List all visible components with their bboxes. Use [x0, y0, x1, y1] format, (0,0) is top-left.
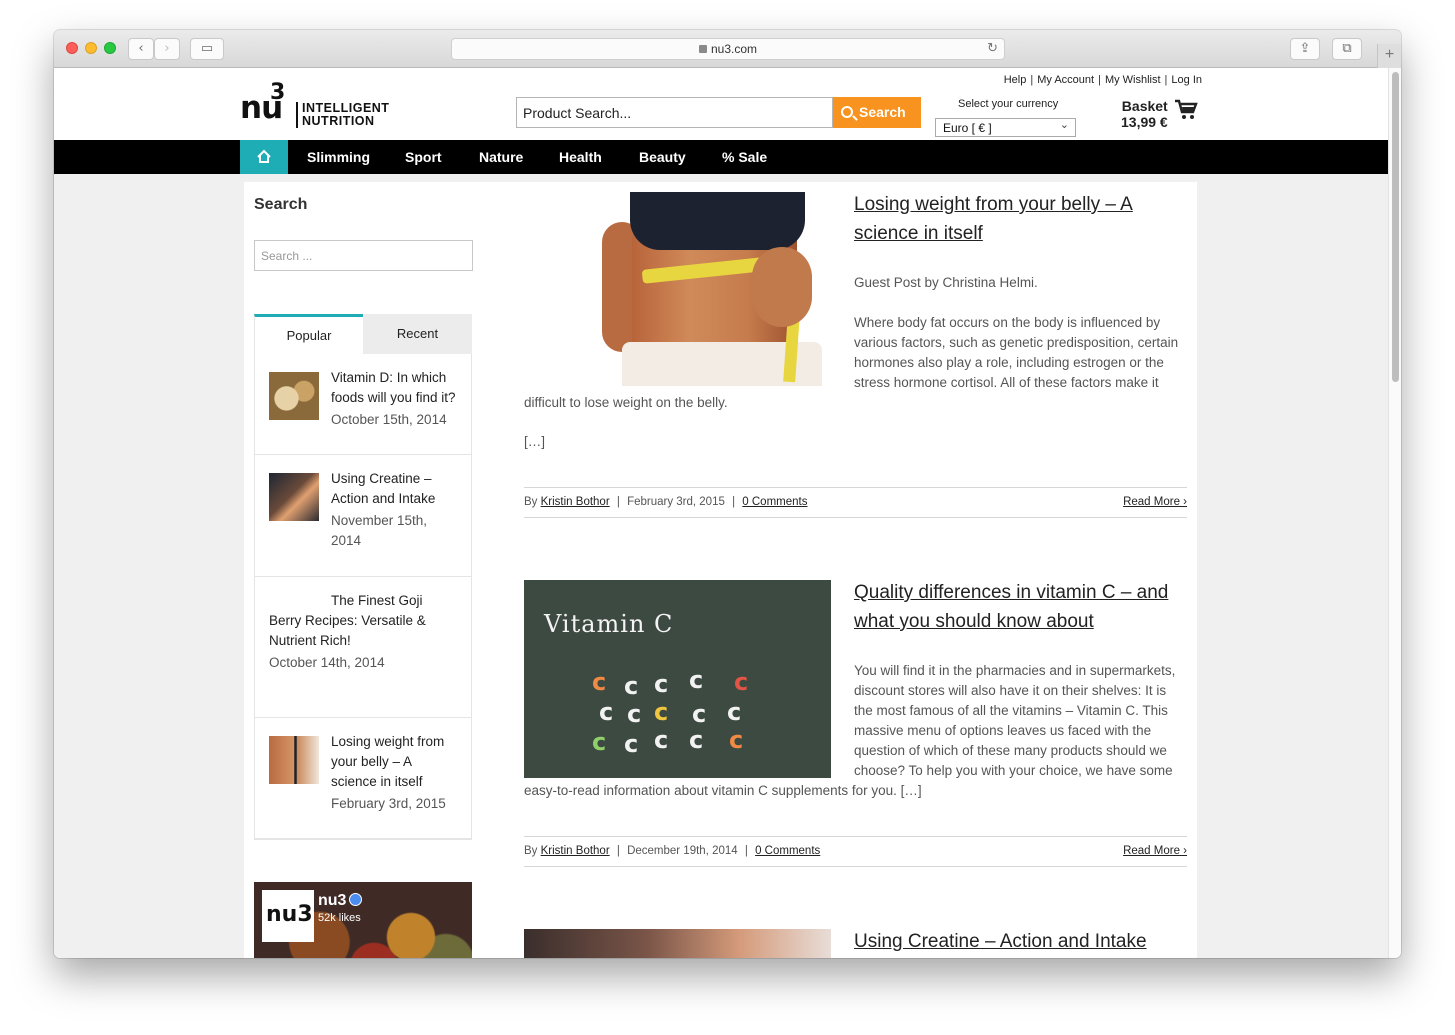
facebook-page-name: nu3: [318, 892, 363, 910]
post-ellipsis: […]: [524, 434, 546, 449]
tabs-overview-icon[interactable]: ⧉: [1332, 38, 1362, 60]
address-bar[interactable]: nu3.com ↻: [451, 38, 1005, 60]
post-title[interactable]: Quality differences in vitamin C – and w…: [854, 578, 1187, 636]
site-logo[interactable]: nu 3 INTELLIGENT NUTRITION: [240, 80, 389, 128]
my-account-link[interactable]: My Account: [1037, 74, 1094, 86]
close-window-button[interactable]: [66, 42, 78, 54]
nav-item-beauty[interactable]: Beauty: [639, 140, 686, 174]
my-wishlist-link[interactable]: My Wishlist: [1105, 74, 1161, 86]
facebook-page-logo: nu3: [262, 890, 314, 942]
product-search-button[interactable]: Search: [833, 97, 921, 128]
post-thumbnail: [269, 473, 319, 521]
logo-superscript: 3: [270, 80, 286, 105]
meta-by: By: [524, 845, 538, 857]
facebook-likes: 52k likes: [318, 912, 361, 924]
nav-item-sale[interactable]: % Sale: [722, 140, 767, 174]
post-title[interactable]: Using Creatine – Action and Intake: [854, 927, 1187, 956]
chevron-down-icon: ⌄: [1059, 118, 1069, 131]
post-image[interactable]: [524, 929, 831, 958]
post-excerpt: You will find it in the pharmacies and i…: [854, 663, 1176, 778]
meta-by: By: [524, 496, 538, 508]
minimize-window-button[interactable]: [85, 42, 97, 54]
list-item[interactable]: Using Creatine – Action and Intake Novem…: [255, 455, 471, 577]
tab-popular[interactable]: Popular: [254, 314, 363, 354]
post-meta: By Kristin Bothor | December 19th, 2014 …: [524, 836, 1187, 867]
post-image[interactable]: [602, 192, 830, 386]
verified-icon: [349, 893, 363, 906]
reload-icon[interactable]: ↻: [987, 39, 998, 59]
list-item[interactable]: Vitamin D: In which foods will you find …: [255, 354, 471, 455]
nav-item-nature[interactable]: Nature: [479, 140, 523, 174]
zoom-window-button[interactable]: [104, 42, 116, 54]
basket-label: Basket: [1121, 98, 1168, 114]
post-excerpt: Where body fat occurs on the body is inf…: [854, 315, 1179, 390]
list-item[interactable]: The Finest Goji Berry Recipes: Versatile…: [255, 577, 471, 718]
read-more-link[interactable]: Read More ›: [1123, 837, 1187, 866]
currency-label: Select your currency: [958, 98, 1059, 110]
list-item-date: October 14th, 2014: [269, 655, 385, 670]
post-title[interactable]: Losing weight from your belly – A scienc…: [854, 190, 1174, 248]
search-icon: [841, 106, 853, 118]
author-link[interactable]: Kristin Bothor: [541, 845, 610, 857]
sidebar-search-input[interactable]: Search ...: [254, 240, 473, 271]
url-text: nu3.com: [710, 42, 758, 56]
page-scrollbar[interactable]: [1388, 68, 1401, 958]
nav-item-slimming[interactable]: Slimming: [307, 140, 370, 174]
search-button-label: Search: [859, 104, 906, 120]
post-thumbnail: [269, 736, 319, 784]
basket[interactable]: Basket 13,99 €: [1121, 98, 1168, 130]
post-image[interactable]: Vitamin C c c c c c c c c c c c c c c c: [524, 580, 831, 778]
home-nav-button[interactable]: [240, 140, 288, 174]
content-area: Search Search ... Popular Recent Vitamin…: [244, 182, 1197, 958]
post-meta: By Kristin Bothor | February 3rd, 2015 |…: [524, 487, 1187, 518]
currency-value: Euro [ € ]: [943, 121, 992, 135]
sidebar-search-title: Search: [254, 196, 308, 213]
post-thumbnail: [269, 372, 319, 420]
main-nav: Slimming Sport Nature Health Beauty % Sa…: [54, 140, 1388, 174]
facebook-widget[interactable]: nu3 nu3 52k likes: [254, 882, 472, 958]
author-link[interactable]: Kristin Bothor: [541, 496, 610, 508]
image-caption: Vitamin C: [544, 610, 674, 638]
post-date: December 19th, 2014: [627, 845, 738, 857]
forward-icon[interactable]: ›: [154, 38, 180, 60]
comments-link[interactable]: 0 Comments: [755, 845, 820, 857]
site-header: Help | My Account | My Wishlist | Log In nu 3 …: [54, 68, 1388, 140]
web-page: Help | My Account | My Wishlist | Log In nu 3 …: [54, 68, 1388, 958]
nav-item-sport[interactable]: Sport: [405, 140, 442, 174]
post-date: February 3rd, 2015: [627, 496, 725, 508]
nav-item-health[interactable]: Health: [559, 140, 602, 174]
basket-total: 13,99 €: [1121, 114, 1168, 130]
home-icon: [257, 149, 271, 163]
post-excerpt-cont: easy-to-read information about vitamin C…: [524, 783, 922, 798]
product-search-input[interactable]: Product Search...: [516, 97, 833, 128]
list-item-title: The Finest Goji Berry Recipes: Versatile…: [269, 593, 426, 648]
scrollbar-thumb[interactable]: [1392, 72, 1399, 382]
log-in-link[interactable]: Log In: [1171, 74, 1202, 86]
cart-icon[interactable]: [1174, 98, 1198, 122]
sidebar-tabs: Popular Recent: [254, 314, 472, 354]
comments-link[interactable]: 0 Comments: [742, 496, 807, 508]
tab-recent[interactable]: Recent: [363, 314, 472, 354]
post-excerpt-cont: difficult to lose weight on the belly.: [524, 395, 728, 410]
logo-tagline: INTELLIGENT NUTRITION: [296, 102, 389, 128]
currency-select[interactable]: Euro [ € ] ⌄: [935, 118, 1076, 137]
sidebar-toggle-icon[interactable]: ▭: [190, 38, 224, 60]
list-item[interactable]: Losing weight from your belly – A scienc…: [255, 718, 471, 839]
post-intro: Guest Post by Christina Helmi.: [854, 275, 1038, 290]
list-item-date: February 3rd, 2015: [331, 796, 446, 811]
top-links: Help | My Account | My Wishlist | Log In: [1003, 74, 1202, 86]
share-icon[interactable]: ⇪: [1290, 38, 1320, 60]
browser-window: ‹ › ▭ nu3.com ↻ ⇪ ⧉ + Help | My Account | My…: [54, 30, 1401, 958]
logo-tagline-line2: NUTRITION: [302, 114, 375, 128]
browser-toolbar: ‹ › ▭ nu3.com ↻ ⇪ ⧉ +: [54, 30, 1401, 68]
read-more-link[interactable]: Read More ›: [1123, 488, 1187, 517]
back-icon[interactable]: ‹: [128, 38, 154, 60]
help-link[interactable]: Help: [1004, 74, 1027, 86]
popular-posts-list: Vitamin D: In which foods will you find …: [254, 354, 472, 840]
new-tab-button[interactable]: +: [1377, 44, 1401, 68]
lock-icon: [698, 45, 707, 53]
